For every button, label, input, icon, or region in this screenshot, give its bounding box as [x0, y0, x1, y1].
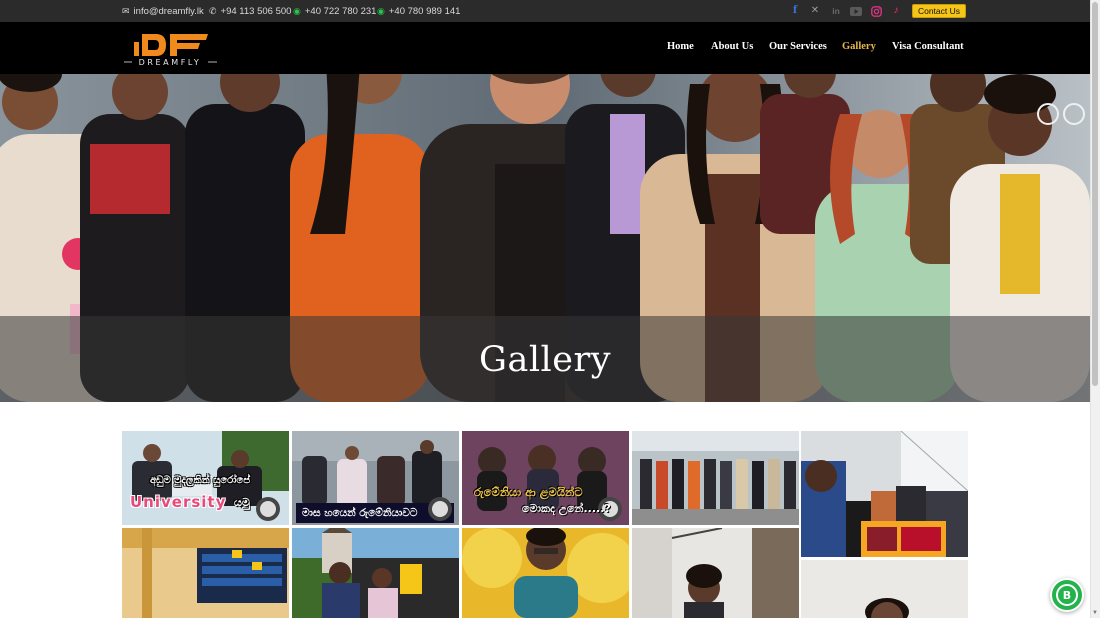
whatsapp-text-2: +40 780 989 141: [388, 5, 461, 17]
gallery-tile-8[interactable]: [462, 528, 629, 618]
nav-gallery[interactable]: Gallery: [842, 41, 876, 52]
whatsapp-text-1: +40 722 780 231: [304, 5, 377, 17]
group-photo-image: [801, 431, 968, 557]
tile-caption-line1: අඩුම මුදලකින් යුරෝපේ: [150, 475, 251, 486]
phone-text: +94 113 506 500: [220, 5, 292, 17]
tile-caption-line1: මාස හයෙන් රුමේනියාවට: [302, 507, 418, 519]
whatsapp-link-1[interactable]: ◉ +40 722 780 231: [293, 4, 376, 18]
tile-caption-line3: යමු: [234, 496, 250, 509]
gallery-tile-5[interactable]: [801, 431, 968, 557]
nav-home[interactable]: Home: [667, 41, 694, 52]
mail-icon: ✉: [122, 5, 130, 16]
email-link[interactable]: ✉ info@dreamfly.lk: [122, 4, 204, 18]
tile-caption-line2: University: [130, 493, 227, 511]
whatsapp-link-2[interactable]: ◉ +40 780 989 141: [377, 4, 460, 18]
contact-us-button[interactable]: Contact Us: [912, 4, 966, 18]
gallery-tile-3[interactable]: රුමේනියා ආ ළමයින්ට මොකද උනේ.....?: [462, 431, 629, 525]
top-contact-bar: ✉ info@dreamfly.lk ✆ +94 113 506 500 ◉ +…: [0, 0, 1090, 22]
tiktok-icon[interactable]: ♪: [890, 5, 902, 17]
airport-photo-image: [122, 528, 289, 618]
tile-caption-line2: මොකද උනේ.....?: [522, 502, 611, 515]
gallery-tile-10[interactable]: [801, 560, 968, 618]
instagram-icon[interactable]: [870, 5, 882, 17]
tile-caption-line1: රුමේනියා ආ ළමයින්ට: [474, 485, 583, 499]
campus-photo-image: [292, 528, 459, 618]
main-navbar: DREAMFLY Home About Us Our Services Gall…: [0, 22, 1090, 74]
scrollbar-thumb[interactable]: [1092, 2, 1098, 386]
gallery-tile-1[interactable]: අඩුම මුදලකින් යුරෝපේ University යමු: [122, 431, 289, 525]
gallery-tile-9[interactable]: [632, 528, 799, 618]
nav-about-us[interactable]: About Us: [711, 41, 753, 52]
email-text: info@dreamfly.lk: [133, 5, 204, 17]
gallery-tile-7[interactable]: [292, 528, 459, 618]
group-photo-image: [632, 431, 799, 525]
portrait-photo-image: [801, 560, 968, 618]
whatsapp-icon: ◉: [377, 5, 385, 16]
portrait-photo-image: [462, 528, 629, 618]
whatsapp-chat-button[interactable]: B: [1050, 578, 1084, 612]
facebook-icon[interactable]: f: [789, 5, 801, 17]
logo-wordmark: DREAMFLY: [139, 58, 202, 67]
whatsapp-icon: ◉: [293, 5, 301, 16]
youtube-icon[interactable]: [850, 5, 862, 17]
hero-banner: Gallery: [0, 74, 1090, 402]
scroll-down-arrow-icon[interactable]: ▼: [1091, 609, 1099, 617]
nav-visa-consultant[interactable]: Visa Consultant: [892, 41, 964, 52]
gallery-tile-4[interactable]: [632, 431, 799, 525]
x-twitter-icon[interactable]: ✕: [809, 5, 821, 17]
phone-link[interactable]: ✆ +94 113 506 500: [209, 4, 291, 18]
gallery-tile-6[interactable]: [122, 528, 289, 618]
gallery-tile-2[interactable]: මාස හයෙන් රුමේනියාවට: [292, 431, 459, 525]
whatsapp-business-icon: B: [1056, 584, 1078, 606]
room-photo-image: [632, 528, 799, 618]
page-title: Gallery: [479, 340, 611, 380]
linkedin-icon[interactable]: in: [830, 5, 842, 17]
phone-icon: ✆: [209, 5, 217, 16]
dreamfly-logo[interactable]: DREAMFLY: [122, 28, 220, 70]
nav-our-services[interactable]: Our Services: [769, 41, 827, 52]
